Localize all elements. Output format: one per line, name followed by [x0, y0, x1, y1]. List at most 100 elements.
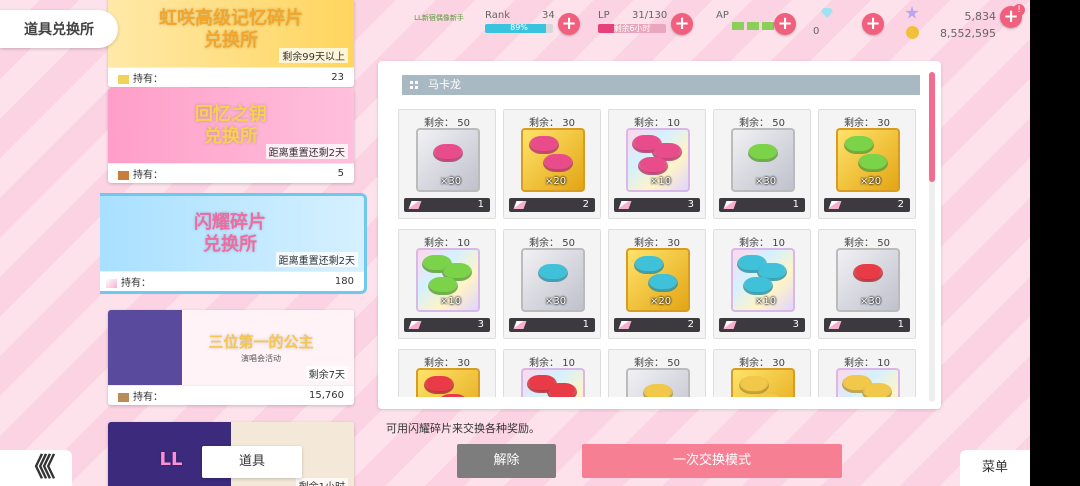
- item-tile[interactable]: 剩余： 50 ×30 1: [398, 109, 496, 219]
- macaron-icon: [529, 136, 559, 154]
- item-frame: [836, 368, 900, 397]
- cost-bar: 3: [614, 198, 700, 212]
- scrollbar[interactable]: [929, 72, 935, 402]
- shop-banner: 虹咲高级记忆碎片 兑换所 剩余99天以上: [108, 0, 354, 67]
- scrollbar-thumb[interactable]: [929, 72, 935, 182]
- macaron-icon: [547, 383, 577, 397]
- item-frame: ×20: [626, 248, 690, 312]
- shard-icon: [723, 321, 737, 329]
- screen-title: 道具兑换所: [0, 10, 118, 48]
- ap-gauge: [732, 22, 776, 30]
- shard-icon: [828, 201, 842, 209]
- holding-value: 5: [337, 168, 344, 179]
- item-quantity: ×30: [545, 296, 567, 307]
- cancel-button[interactable]: 解除: [457, 444, 556, 478]
- holding-row: 持有： 180: [100, 271, 364, 291]
- remaining-count: 剩余： 30: [844, 118, 890, 129]
- macaron-icon: [853, 264, 883, 282]
- macaron-icon: [438, 394, 468, 397]
- macaron-icon: [638, 157, 668, 175]
- menu-button[interactable]: 菜单: [960, 450, 1030, 486]
- item-tile[interactable]: 剩余： 10 ×10 3: [713, 229, 811, 339]
- cost-value: 3: [687, 199, 694, 210]
- single-exchange-mode-button[interactable]: 一次交换模式: [582, 444, 842, 478]
- macaron-icon: [862, 383, 892, 397]
- cost-value: 1: [582, 319, 589, 330]
- cost-value: 2: [897, 199, 904, 210]
- section-title: 马卡龙: [428, 78, 461, 91]
- item-tile[interactable]: 剩余： 10 ×10 3: [398, 229, 496, 339]
- memory-icon: [118, 74, 129, 84]
- cost-value: 2: [687, 319, 694, 330]
- macaron-icon: [634, 256, 664, 274]
- star-icon: [905, 6, 919, 19]
- lp-timer: 剩余6小时: [613, 24, 651, 33]
- shop-subtitle: 兑换所: [204, 29, 258, 51]
- item-frame: ×30: [416, 128, 480, 192]
- macaron-icon: [743, 277, 773, 295]
- shop-note: 距离重置还剩2天: [275, 252, 358, 267]
- cost-bar: 3: [719, 318, 805, 332]
- item-frame: ×10: [416, 248, 480, 312]
- status-bar: LL新宿偶像新手 Rank 34 89% + LP 31/130 剩余6小时 +…: [410, 4, 1030, 44]
- shop-title: 闪耀碎片: [194, 211, 266, 233]
- holding-value: 15,760: [309, 390, 344, 401]
- item-frame: [731, 368, 795, 397]
- key-icon: [118, 170, 129, 180]
- cost-bar: 1: [824, 318, 910, 332]
- item-tile[interactable]: 剩余： 30 ×20 2: [818, 109, 916, 219]
- item-tile[interactable]: 剩余： 50: [608, 349, 706, 397]
- shop-subtitle: 兑换所: [203, 233, 257, 255]
- item-quantity: ×20: [545, 176, 567, 187]
- rank-plus-button[interactable]: +: [558, 13, 580, 35]
- shop-card-memory[interactable]: 虹咲高级记忆碎片 兑换所 剩余99天以上 持有： 23: [108, 0, 354, 87]
- remaining-count: 剩余： 50: [844, 238, 890, 249]
- item-tile[interactable]: 剩余： 50 ×30 1: [503, 229, 601, 339]
- back-button[interactable]: 《《: [0, 450, 72, 486]
- shop-card-key[interactable]: 回忆之钥 兑换所 距离重置还剩2天 持有： 5: [108, 88, 354, 183]
- shop-note: 剩余7天: [305, 366, 348, 381]
- remaining-count: 剩余： 10: [739, 238, 785, 249]
- remaining-count: 剩余： 10: [529, 358, 575, 369]
- item-grid[interactable]: 剩余： 50 ×30 1 剩余： 30 ×20 2 剩余： 10 ×10 3 剩余： 50 ×30 1…: [398, 109, 923, 397]
- item-tile[interactable]: 剩余： 10 ×10 3: [608, 109, 706, 219]
- shop-card-event[interactable]: 三位第一的公主 演唱会活动 剩余7天 持有： 15,760: [108, 310, 354, 405]
- gem-plus-button[interactable]: +: [862, 13, 884, 35]
- shop-title: 回忆之钥: [195, 103, 267, 125]
- item-tile[interactable]: 剩余： 30 ×20 2: [608, 229, 706, 339]
- item-tile[interactable]: 剩余： 30: [713, 349, 811, 397]
- item-tile[interactable]: 剩余： 10: [818, 349, 916, 397]
- item-frame: ×20: [836, 128, 900, 192]
- shop-list[interactable]: 虹咲高级记忆碎片 兑换所 剩余99天以上 持有： 23 回忆之钥 兑换所 距离重…: [100, 0, 368, 486]
- lp-plus-button[interactable]: +: [671, 13, 693, 35]
- holding-label: 持有：: [133, 74, 163, 85]
- ap-plus-button[interactable]: +: [774, 13, 796, 35]
- items-tab[interactable]: 道具: [202, 446, 302, 478]
- remaining-count: 剩余： 30: [424, 358, 470, 369]
- remaining-count: 剩余： 50: [424, 118, 470, 129]
- shop-card-shard[interactable]: 闪耀碎片 兑换所 距离重置还剩2天 持有： 180: [100, 193, 367, 294]
- macaron-icon: [748, 144, 778, 162]
- macaron-icon: [844, 136, 874, 154]
- shop-note: 距离重置还剩2天: [265, 144, 348, 159]
- item-frame: ×30: [836, 248, 900, 312]
- item-quantity: ×20: [650, 296, 672, 307]
- cost-bar: 1: [404, 198, 490, 212]
- item-quantity: ×30: [440, 176, 462, 187]
- item-tile[interactable]: 剩余： 50 ×30 1: [713, 109, 811, 219]
- cost-value: 1: [477, 199, 484, 210]
- item-tile[interactable]: 剩余： 30: [398, 349, 496, 397]
- item-tile[interactable]: 剩余： 10: [503, 349, 601, 397]
- rank-badge: LL新宿偶像新手: [414, 14, 464, 22]
- remaining-count: 剩余： 50: [529, 238, 575, 249]
- remaining-count: 剩余： 30: [739, 358, 785, 369]
- shop-subtitle: 演唱会活动: [241, 354, 281, 363]
- cost-bar: 2: [824, 198, 910, 212]
- shop-title: 虹咲高级记忆碎片: [159, 7, 303, 29]
- section-header: 马卡龙: [402, 75, 920, 95]
- item-tile[interactable]: 剩余： 50 ×30 1: [818, 229, 916, 339]
- item-tile[interactable]: 剩余： 30 ×20 2: [503, 109, 601, 219]
- shop-note: 剩余99天以上: [279, 48, 348, 63]
- remaining-count: 剩余： 10: [634, 118, 680, 129]
- shard-icon: [513, 321, 527, 329]
